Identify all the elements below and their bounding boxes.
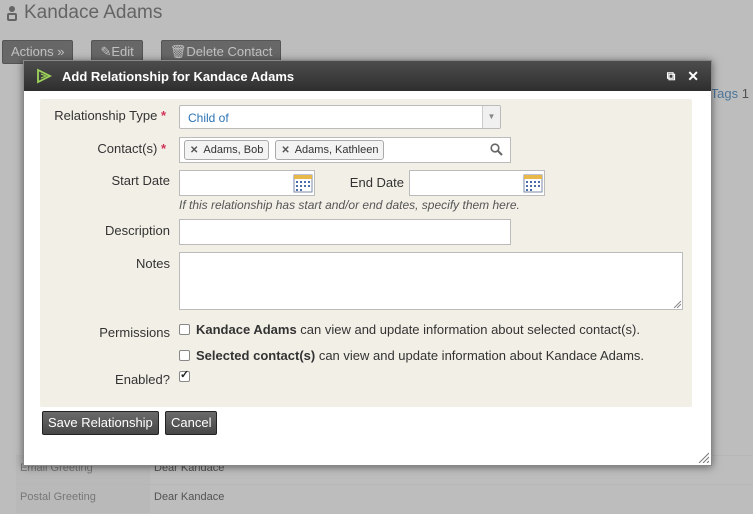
civicrm-logo-icon: [37, 68, 52, 84]
dropdown-arrow-icon[interactable]: ▼: [482, 106, 500, 128]
remove-chip-icon[interactable]: ✕: [281, 145, 289, 156]
resize-grip-icon[interactable]: [673, 300, 681, 308]
relationship-form: Relationship Type * Child of ▼ Contact(s…: [40, 99, 692, 407]
required-marker: *: [160, 141, 166, 156]
required-marker: *: [160, 108, 166, 123]
enabled-label: Enabled?: [115, 372, 170, 387]
contacts-label-text: Contact(s): [97, 141, 158, 156]
maximize-icon[interactable]: ⧉: [667, 69, 676, 84]
dialog-title: Add Relationship for Kandace Adams: [62, 68, 295, 84]
notes-label: Notes: [136, 256, 170, 271]
permission-1-text: Kandace Adams can view and update inform…: [196, 322, 640, 337]
permission-1-subject: Kandace Adams: [196, 322, 297, 337]
remove-chip-icon[interactable]: ✕: [190, 145, 198, 156]
relationship-type-label: Relationship Type *: [38, 108, 166, 123]
calendar-icon[interactable]: [523, 173, 543, 193]
description-label: Description: [104, 223, 170, 238]
end-date-label: End Date: [349, 175, 404, 190]
relationship-type-label-text: Relationship Type: [54, 108, 158, 123]
permission-selected-contacts-checkbox[interactable]: [179, 324, 190, 335]
contact-chip-label: Adams, Bob: [203, 144, 264, 156]
contacts-input[interactable]: ✕ Adams, Bob ✕ Adams, Kathleen: [179, 137, 511, 163]
dialog-titlebar[interactable]: Add Relationship for Kandace Adams ⧉ ✕: [24, 61, 711, 91]
search-icon: [490, 143, 503, 156]
cancel-button[interactable]: Cancel: [165, 411, 218, 435]
enabled-checkbox[interactable]: [179, 368, 190, 382]
dialog-resize-grip-icon[interactable]: [698, 452, 709, 463]
permission-kandace-checkbox[interactable]: [179, 350, 190, 361]
notes-textarea[interactable]: [179, 252, 683, 310]
contact-chip: ✕ Adams, Bob: [184, 140, 270, 160]
relationship-type-select[interactable]: Child of ▼: [179, 105, 501, 129]
permission-2-description: can view and update information about Ka…: [315, 348, 645, 363]
contact-chip-label: Adams, Kathleen: [294, 144, 379, 156]
date-help-text: If this relationship has start and/or en…: [179, 198, 520, 212]
permission-2-subject: Selected contact(s): [196, 348, 316, 363]
start-date-label: Start Date: [111, 173, 170, 188]
permission-1-description: can view and update information about se…: [296, 322, 640, 337]
permissions-label: Permissions: [99, 325, 170, 340]
relationship-type-value: Child of: [188, 111, 229, 125]
end-date-input[interactable]: [409, 170, 545, 196]
add-relationship-dialog: Add Relationship for Kandace Adams ⧉ ✕ R…: [23, 60, 712, 466]
save-relationship-button[interactable]: Save Relationship: [42, 411, 159, 435]
close-icon[interactable]: ✕: [687, 68, 699, 85]
description-input[interactable]: [179, 219, 511, 245]
contact-chip: ✕ Adams, Kathleen: [275, 140, 385, 160]
contacts-label: Contact(s) *: [38, 141, 166, 156]
permission-2-text: Selected contact(s) can view and update …: [196, 348, 644, 363]
